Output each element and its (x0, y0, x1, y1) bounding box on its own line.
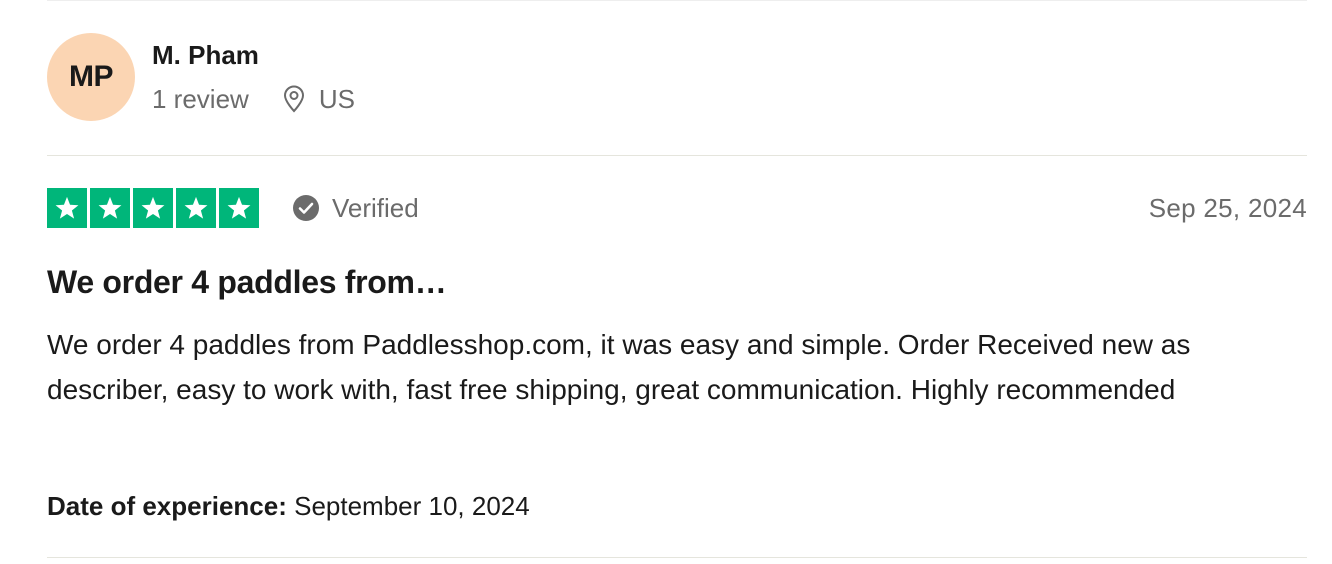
experience-value: September 10, 2024 (294, 491, 530, 521)
footer-divider (47, 557, 1307, 558)
consumer-info: M. Pham 1 review US (152, 33, 355, 114)
experience-label: Date of experience: (47, 491, 287, 521)
star-icon (219, 188, 259, 228)
consumer-header: MP M. Pham 1 review US (47, 33, 355, 123)
avatar[interactable]: MP (47, 33, 135, 121)
star-icon (176, 188, 216, 228)
check-circle-icon (292, 194, 320, 222)
rating-row: Verified Sep 25, 2024 (47, 188, 1307, 228)
star-icon (47, 188, 87, 228)
star-icon (90, 188, 130, 228)
verified-badge[interactable]: Verified (292, 193, 419, 224)
consumer-name[interactable]: M. Pham (152, 40, 355, 70)
review-count: 1 review (152, 84, 249, 114)
card-top-border (47, 0, 1307, 1)
review-date: Sep 25, 2024 (1148, 192, 1307, 223)
consumer-location: US (318, 84, 355, 114)
review-title[interactable]: We order 4 paddles from… (47, 262, 447, 302)
map-pin-icon (281, 85, 307, 113)
review-card: MP M. Pham 1 review US Verified Sep 25, … (47, 0, 1307, 564)
verified-label: Verified (332, 192, 419, 223)
review-body: We order 4 paddles from Paddlesshop.com,… (47, 329, 1191, 405)
header-divider (47, 155, 1307, 156)
star-icon (133, 188, 173, 228)
consumer-meta: 1 review US (152, 84, 355, 114)
date-of-experience: Date of experience: September 10, 2024 (47, 490, 530, 522)
star-rating (47, 188, 259, 228)
